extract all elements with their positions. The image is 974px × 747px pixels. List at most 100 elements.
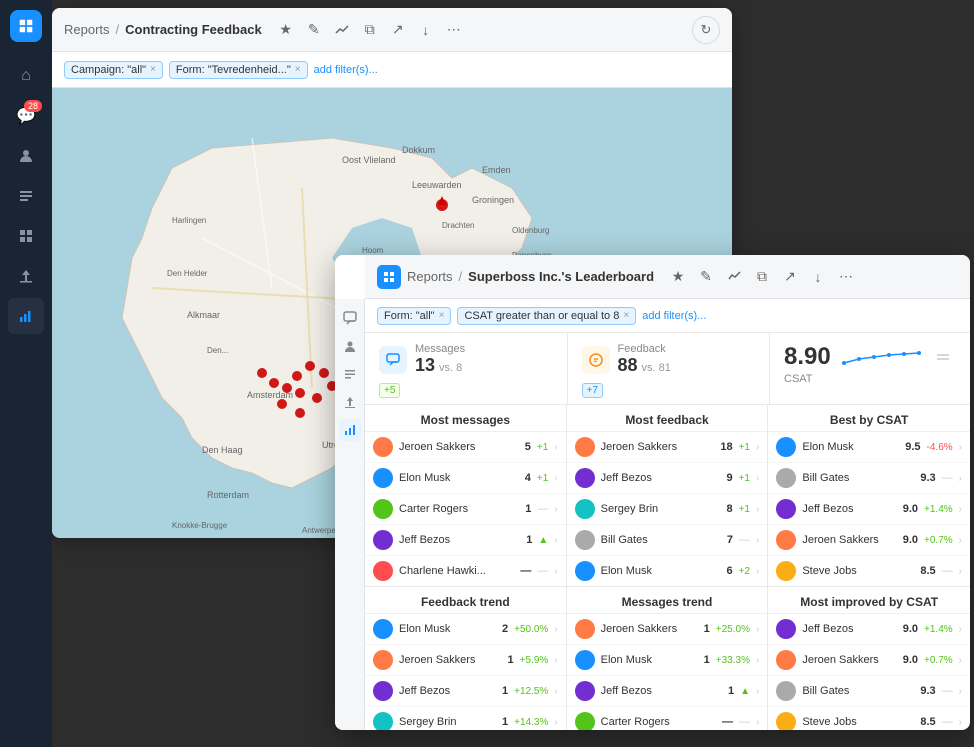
csat-sparkline: [839, 347, 929, 367]
app-logo[interactable]: [10, 10, 42, 42]
mini-contact-icon[interactable]: [339, 335, 361, 357]
front-filter-csat[interactable]: CSAT greater than or equal to 8 ×: [457, 307, 636, 325]
lb-arrow-icon[interactable]: ›: [554, 655, 557, 666]
front-filter-form-close[interactable]: ×: [439, 310, 445, 321]
front-share-icon[interactable]: ↗: [778, 265, 802, 289]
lb-badge: —: [942, 716, 953, 728]
front-edit-icon[interactable]: ✎: [694, 265, 718, 289]
svg-text:Den Haag: Den Haag: [202, 445, 243, 455]
lb-number: 8.5: [920, 716, 935, 728]
avatar: [373, 437, 393, 457]
lb-arrow-icon[interactable]: ›: [554, 442, 557, 453]
lb-arrow-icon[interactable]: ›: [554, 535, 557, 546]
front-trend-icon[interactable]: [722, 265, 746, 289]
list-item: Bill Gates9.3 —›: [768, 676, 970, 707]
list-item: Jeff Bezos1 +12.5%›: [365, 676, 566, 707]
lb-badge: +33.3%: [716, 655, 750, 666]
lb-arrow-icon[interactable]: ›: [554, 624, 557, 635]
lb-arrow-icon[interactable]: ›: [756, 504, 759, 515]
front-copy-icon[interactable]: ⧉: [750, 265, 774, 289]
lb-badge: +50.0%: [514, 624, 548, 635]
svg-text:Groningen: Groningen: [472, 195, 514, 205]
lb-arrow-icon[interactable]: ›: [959, 655, 962, 666]
lb-arrow-icon[interactable]: ›: [756, 686, 759, 697]
lb-badge: +25.0%: [716, 624, 750, 635]
mini-upload-icon[interactable]: [339, 391, 361, 413]
upload-icon[interactable]: [8, 258, 44, 294]
lb-arrow-icon[interactable]: ›: [554, 686, 557, 697]
lb-number: 1: [525, 503, 531, 515]
lb-badge: +14.3%: [514, 717, 548, 728]
mini-analytics-icon[interactable]: [339, 419, 361, 441]
contacts-icon[interactable]: [8, 138, 44, 174]
avatar: [575, 561, 595, 581]
chat-icon[interactable]: 💬 28: [8, 98, 44, 134]
filter-form-back[interactable]: Form: "Tevredenheid..." ×: [169, 61, 308, 79]
avatar: [776, 619, 796, 639]
share-icon[interactable]: ↗: [386, 18, 410, 42]
copy-icon[interactable]: ⧉: [358, 18, 382, 42]
avatar: [373, 499, 393, 519]
list-item: Jeff Bezos1 ▲›: [365, 525, 566, 556]
lb-arrow-icon[interactable]: ›: [756, 535, 759, 546]
analytics-icon[interactable]: [8, 298, 44, 334]
lb-person-name: Steve Jobs: [802, 565, 914, 577]
lb-arrow-icon[interactable]: ›: [959, 473, 962, 484]
front-header-icons: ★ ✎ ⧉ ↗ ↓ ⋯: [666, 265, 858, 289]
feedback-icon: [582, 346, 610, 374]
more-icon[interactable]: ⋯: [442, 18, 466, 42]
lb-section-title-5: Most improved by CSAT: [768, 587, 970, 614]
refresh-button[interactable]: ↻: [692, 16, 720, 44]
front-star-icon[interactable]: ★: [666, 265, 690, 289]
lb-arrow-icon[interactable]: ›: [959, 442, 962, 453]
svg-text:Harlingen: Harlingen: [172, 216, 206, 225]
lb-arrow-icon[interactable]: ›: [756, 442, 759, 453]
csat-menu-icon[interactable]: [937, 353, 949, 361]
lb-arrow-icon[interactable]: ›: [554, 566, 557, 577]
lb-badge: ▲: [740, 686, 750, 697]
messages-label: Messages: [415, 343, 465, 355]
lb-number: 18: [720, 441, 732, 453]
lb-arrow-icon[interactable]: ›: [959, 717, 962, 728]
lb-arrow-icon[interactable]: ›: [959, 624, 962, 635]
trend-icon[interactable]: [330, 18, 354, 42]
lb-arrow-icon[interactable]: ›: [756, 566, 759, 577]
lb-arrow-icon[interactable]: ›: [554, 473, 557, 484]
front-add-filter[interactable]: add filter(s)...: [642, 310, 706, 322]
avatar: [776, 712, 796, 730]
filter-campaign-close[interactable]: ×: [150, 64, 156, 75]
add-filter-back[interactable]: add filter(s)...: [314, 64, 378, 76]
filter-campaign[interactable]: Campaign: "all" ×: [64, 61, 163, 79]
lb-person-name: Elon Musk: [601, 654, 698, 666]
front-download-icon[interactable]: ↓: [806, 265, 830, 289]
mini-chat-icon[interactable]: [339, 307, 361, 329]
home-icon[interactable]: ⌂: [8, 58, 44, 94]
front-more-icon[interactable]: ⋯: [834, 265, 858, 289]
star-icon[interactable]: ★: [274, 18, 298, 42]
filter-form-close[interactable]: ×: [295, 64, 301, 75]
download-icon[interactable]: ↓: [414, 18, 438, 42]
lb-arrow-icon[interactable]: ›: [756, 624, 759, 635]
lb-arrow-icon[interactable]: ›: [959, 686, 962, 697]
lb-arrow-icon[interactable]: ›: [959, 566, 962, 577]
lb-person-name: Jeff Bezos: [601, 685, 722, 697]
lb-arrow-icon[interactable]: ›: [959, 504, 962, 515]
breadcrumb-reports-back[interactable]: Reports: [64, 22, 110, 37]
edit-icon[interactable]: ✎: [302, 18, 326, 42]
front-filter-csat-close[interactable]: ×: [623, 310, 629, 321]
lb-arrow-icon[interactable]: ›: [756, 717, 759, 728]
dashboard-icon[interactable]: [8, 218, 44, 254]
lb-arrow-icon[interactable]: ›: [756, 473, 759, 484]
lb-arrow-icon[interactable]: ›: [554, 717, 557, 728]
front-filter-form[interactable]: Form: "all" ×: [377, 307, 451, 325]
lb-person-name: Sergey Brin: [399, 716, 496, 728]
lb-section-title-3: Feedback trend: [365, 587, 566, 614]
reports-list-icon[interactable]: [8, 178, 44, 214]
lb-arrow-icon[interactable]: ›: [959, 535, 962, 546]
breadcrumb-reports-front[interactable]: Reports: [407, 269, 453, 284]
mini-list-icon[interactable]: [339, 363, 361, 385]
lb-arrow-icon[interactable]: ›: [554, 504, 557, 515]
lb-person-name: Jeroen Sakkers: [601, 623, 698, 635]
lb-arrow-icon[interactable]: ›: [756, 655, 759, 666]
avatar: [776, 681, 796, 701]
